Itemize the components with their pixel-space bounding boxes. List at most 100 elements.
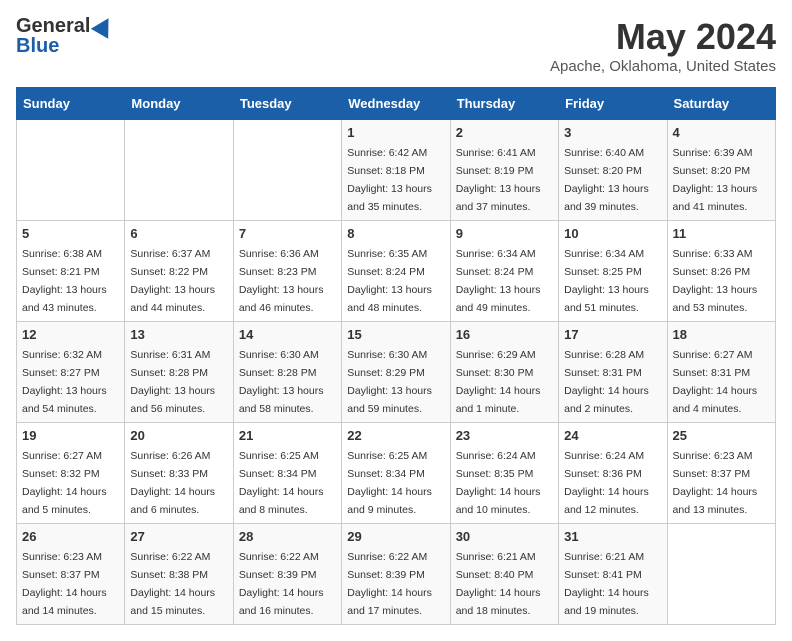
day-number: 30 (456, 529, 553, 544)
day-number: 19 (22, 428, 119, 443)
calendar-cell: 4 Sunrise: 6:39 AM Sunset: 8:20 PM Daylig… (667, 120, 775, 221)
calendar-week-row: 26 Sunrise: 6:23 AM Sunset: 8:37 PM Dayli… (17, 524, 776, 625)
day-info: Sunrise: 6:36 AM Sunset: 8:23 PM Dayligh… (239, 248, 324, 314)
calendar-week-row: 19 Sunrise: 6:27 AM Sunset: 8:32 PM Dayli… (17, 423, 776, 524)
day-info: Sunrise: 6:29 AM Sunset: 8:30 PM Dayligh… (456, 349, 541, 415)
calendar-cell: 1 Sunrise: 6:42 AM Sunset: 8:18 PM Daylig… (342, 120, 450, 221)
day-info: Sunrise: 6:39 AM Sunset: 8:20 PM Dayligh… (673, 147, 758, 213)
calendar-cell: 10 Sunrise: 6:34 AM Sunset: 8:25 PM Dayli… (559, 221, 667, 322)
day-info: Sunrise: 6:21 AM Sunset: 8:41 PM Dayligh… (564, 551, 649, 617)
logo-general: General (16, 16, 90, 36)
day-info: Sunrise: 6:30 AM Sunset: 8:29 PM Dayligh… (347, 349, 432, 415)
calendar-cell: 19 Sunrise: 6:27 AM Sunset: 8:32 PM Dayli… (17, 423, 125, 524)
day-info: Sunrise: 6:22 AM Sunset: 8:39 PM Dayligh… (347, 551, 432, 617)
logo-blue: Blue (16, 36, 59, 56)
calendar-cell: 6 Sunrise: 6:37 AM Sunset: 8:22 PM Daylig… (125, 221, 233, 322)
day-info: Sunrise: 6:35 AM Sunset: 8:24 PM Dayligh… (347, 248, 432, 314)
day-number: 28 (239, 529, 336, 544)
calendar-cell: 16 Sunrise: 6:29 AM Sunset: 8:30 PM Dayli… (450, 322, 558, 423)
day-info: Sunrise: 6:34 AM Sunset: 8:24 PM Dayligh… (456, 248, 541, 314)
calendar-header-monday: Monday (125, 88, 233, 120)
day-number: 15 (347, 327, 444, 342)
day-number: 22 (347, 428, 444, 443)
calendar-cell: 8 Sunrise: 6:35 AM Sunset: 8:24 PM Daylig… (342, 221, 450, 322)
title-block: May 2024 Apache, Oklahoma, United States (550, 16, 776, 75)
day-number: 6 (130, 226, 227, 241)
day-number: 9 (456, 226, 553, 241)
calendar-cell: 5 Sunrise: 6:38 AM Sunset: 8:21 PM Daylig… (17, 221, 125, 322)
calendar-cell: 28 Sunrise: 6:22 AM Sunset: 8:39 PM Dayli… (233, 524, 341, 625)
day-info: Sunrise: 6:42 AM Sunset: 8:18 PM Dayligh… (347, 147, 432, 213)
calendar-cell: 23Sunrise: 6:24 AM Sunset: 8:35 PM Dayli… (450, 423, 558, 524)
calendar-cell: 15 Sunrise: 6:30 AM Sunset: 8:29 PM Dayli… (342, 322, 450, 423)
day-number: 16 (456, 327, 553, 342)
day-number: 14 (239, 327, 336, 342)
day-info: Sunrise: 6:32 AM Sunset: 8:27 PM Dayligh… (22, 349, 107, 415)
calendar-cell: 31 Sunrise: 6:21 AM Sunset: 8:41 PM Dayli… (559, 524, 667, 625)
calendar-body: 1 Sunrise: 6:42 AM Sunset: 8:18 PM Daylig… (17, 120, 776, 625)
day-number: 10 (564, 226, 661, 241)
day-info: Sunrise: 6:26 AM Sunset: 8:33 PM Dayligh… (130, 450, 215, 516)
day-info: Sunrise: 6:23 AM Sunset: 8:37 PM Dayligh… (22, 551, 107, 617)
calendar-cell: 9 Sunrise: 6:34 AM Sunset: 8:24 PM Daylig… (450, 221, 558, 322)
calendar-header-sunday: Sunday (17, 88, 125, 120)
calendar-cell (17, 120, 125, 221)
calendar-header-tuesday: Tuesday (233, 88, 341, 120)
calendar-cell: 14Sunrise: 6:30 AM Sunset: 8:28 PM Dayli… (233, 322, 341, 423)
day-info: Sunrise: 6:27 AM Sunset: 8:32 PM Dayligh… (22, 450, 107, 516)
day-number: 7 (239, 226, 336, 241)
day-number: 26 (22, 529, 119, 544)
logo: General Blue (16, 16, 114, 56)
day-number: 2 (456, 125, 553, 140)
day-info: Sunrise: 6:38 AM Sunset: 8:21 PM Dayligh… (22, 248, 107, 314)
calendar-cell: 3 Sunrise: 6:40 AM Sunset: 8:20 PM Daylig… (559, 120, 667, 221)
day-number: 3 (564, 125, 661, 140)
day-number: 24 (564, 428, 661, 443)
calendar-header-saturday: Saturday (667, 88, 775, 120)
calendar-cell: 27 Sunrise: 6:22 AM Sunset: 8:38 PM Dayli… (125, 524, 233, 625)
title-month-year: May 2024 (550, 16, 776, 58)
day-number: 13 (130, 327, 227, 342)
day-number: 31 (564, 529, 661, 544)
calendar-week-row: 1 Sunrise: 6:42 AM Sunset: 8:18 PM Daylig… (17, 120, 776, 221)
calendar-week-row: 5 Sunrise: 6:38 AM Sunset: 8:21 PM Daylig… (17, 221, 776, 322)
day-number: 21 (239, 428, 336, 443)
day-number: 18 (673, 327, 770, 342)
calendar-cell: 26 Sunrise: 6:23 AM Sunset: 8:37 PM Dayli… (17, 524, 125, 625)
page-header: General Blue May 2024 Apache, Oklahoma, … (16, 16, 776, 75)
calendar-cell: 11Sunrise: 6:33 AM Sunset: 8:26 PM Dayli… (667, 221, 775, 322)
day-info: Sunrise: 6:22 AM Sunset: 8:39 PM Dayligh… (239, 551, 324, 617)
calendar-cell: 2Sunrise: 6:41 AM Sunset: 8:19 PM Daylig… (450, 120, 558, 221)
day-info: Sunrise: 6:22 AM Sunset: 8:38 PM Dayligh… (130, 551, 215, 617)
calendar-header-friday: Friday (559, 88, 667, 120)
day-info: Sunrise: 6:24 AM Sunset: 8:36 PM Dayligh… (564, 450, 649, 516)
calendar-cell (125, 120, 233, 221)
day-number: 4 (673, 125, 770, 140)
day-number: 11 (673, 226, 770, 241)
day-info: Sunrise: 6:40 AM Sunset: 8:20 PM Dayligh… (564, 147, 649, 213)
calendar-cell: 20Sunrise: 6:26 AM Sunset: 8:33 PM Dayli… (125, 423, 233, 524)
day-number: 5 (22, 226, 119, 241)
calendar-cell: 13 Sunrise: 6:31 AM Sunset: 8:28 PM Dayli… (125, 322, 233, 423)
day-info: Sunrise: 6:24 AM Sunset: 8:35 PM Dayligh… (456, 450, 541, 516)
day-info: Sunrise: 6:21 AM Sunset: 8:40 PM Dayligh… (456, 551, 541, 617)
day-info: Sunrise: 6:34 AM Sunset: 8:25 PM Dayligh… (564, 248, 649, 314)
calendar-header-thursday: Thursday (450, 88, 558, 120)
day-number: 1 (347, 125, 444, 140)
day-number: 27 (130, 529, 227, 544)
day-info: Sunrise: 6:28 AM Sunset: 8:31 PM Dayligh… (564, 349, 649, 415)
day-info: Sunrise: 6:37 AM Sunset: 8:22 PM Dayligh… (130, 248, 215, 314)
calendar-cell: 29Sunrise: 6:22 AM Sunset: 8:39 PM Dayli… (342, 524, 450, 625)
calendar-cell: 12Sunrise: 6:32 AM Sunset: 8:27 PM Dayli… (17, 322, 125, 423)
calendar-cell: 30 Sunrise: 6:21 AM Sunset: 8:40 PM Dayli… (450, 524, 558, 625)
calendar-header-row: SundayMondayTuesdayWednesdayThursdayFrid… (17, 88, 776, 120)
logo-triangle-icon (91, 13, 117, 39)
calendar-cell: 17Sunrise: 6:28 AM Sunset: 8:31 PM Dayli… (559, 322, 667, 423)
calendar-cell: 25Sunrise: 6:23 AM Sunset: 8:37 PM Dayli… (667, 423, 775, 524)
calendar-cell: 18Sunrise: 6:27 AM Sunset: 8:31 PM Dayli… (667, 322, 775, 423)
day-info: Sunrise: 6:23 AM Sunset: 8:37 PM Dayligh… (673, 450, 758, 516)
calendar-cell (233, 120, 341, 221)
calendar-week-row: 12Sunrise: 6:32 AM Sunset: 8:27 PM Dayli… (17, 322, 776, 423)
day-info: Sunrise: 6:31 AM Sunset: 8:28 PM Dayligh… (130, 349, 215, 415)
day-number: 8 (347, 226, 444, 241)
